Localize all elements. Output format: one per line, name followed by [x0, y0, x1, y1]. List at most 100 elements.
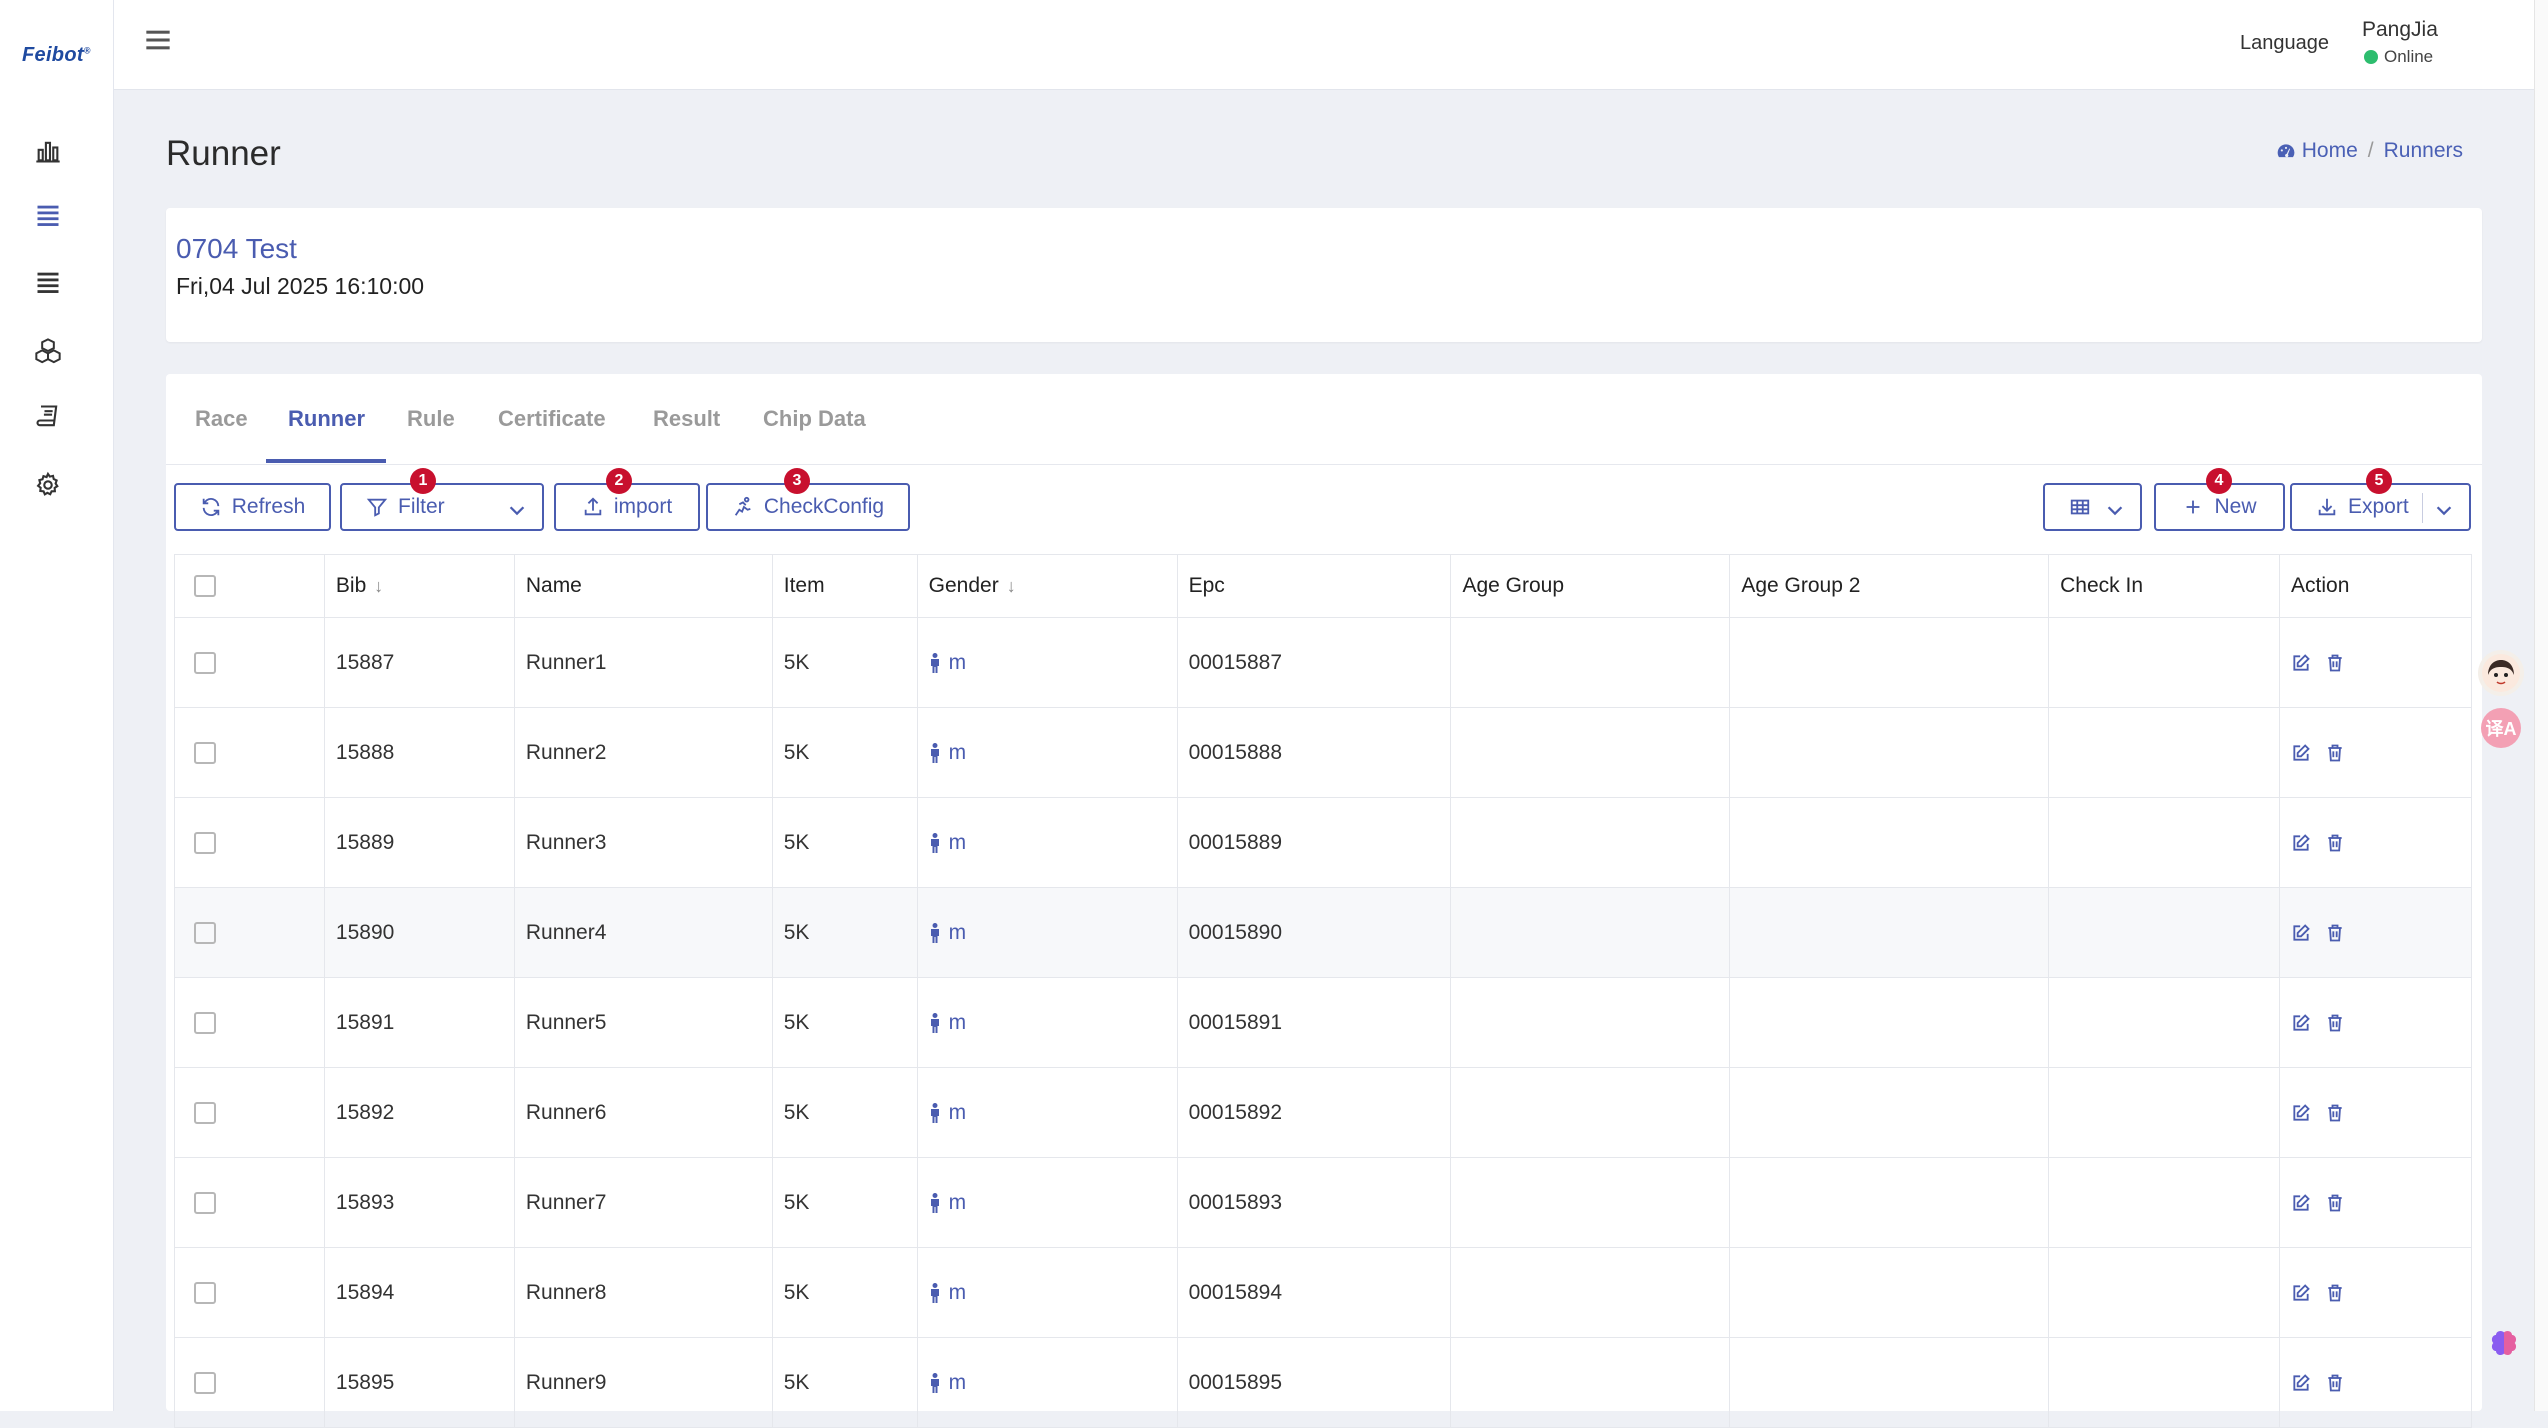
delete-icon[interactable]	[2325, 1013, 2345, 1033]
edit-icon[interactable]	[2291, 1013, 2311, 1033]
column-header-epc[interactable]: Epc	[1176, 554, 1452, 618]
column-header-item[interactable]: Item	[771, 554, 918, 618]
column-header-age-group[interactable]: Age Group	[1450, 554, 1731, 618]
race-name-link[interactable]: 0704 Test	[176, 233, 297, 265]
row-checkbox[interactable]	[194, 1191, 216, 1214]
sidebar-item-docs[interactable]	[30, 399, 66, 435]
tab-result[interactable]: Result	[653, 406, 720, 432]
edit-icon[interactable]	[2291, 1283, 2311, 1303]
gender-value[interactable]: m	[929, 1281, 1166, 1305]
sidebar-item-races[interactable]	[30, 197, 66, 233]
row-checkbox[interactable]	[194, 651, 216, 674]
row-select-cell	[174, 1067, 325, 1158]
edit-icon[interactable]	[2291, 1193, 2311, 1213]
refresh-button[interactable]: Refresh	[174, 483, 331, 531]
edit-icon[interactable]	[2291, 1103, 2311, 1123]
tab-rule[interactable]: Rule	[407, 406, 455, 432]
tab-certificate[interactable]: Certificate	[498, 406, 606, 432]
brand-logo[interactable]: Feibot®	[22, 44, 91, 67]
checkconfig-button[interactable]: 3 CheckConfig	[706, 468, 910, 531]
column-toggle-button[interactable]	[2043, 483, 2142, 531]
delete-icon[interactable]	[2325, 653, 2345, 673]
sidebar-item-products[interactable]	[30, 333, 66, 369]
column-header-bib[interactable]: Bib ↓	[323, 554, 515, 618]
delete-icon[interactable]	[2325, 1283, 2345, 1303]
table-body: 15887 Runner1 5K m 00015887 15888 Runner…	[174, 617, 2472, 1428]
table-row[interactable]: 15893 Runner7 5K m 00015893	[174, 1157, 2472, 1248]
delete-icon[interactable]	[2325, 1373, 2345, 1393]
table-row[interactable]: 15894 Runner8 5K m 00015894	[174, 1247, 2472, 1338]
delete-icon[interactable]	[2325, 923, 2345, 943]
gender-value[interactable]: m	[929, 831, 1166, 855]
column-header-name[interactable]: Name	[513, 554, 773, 618]
cell-age-group	[1450, 977, 1731, 1068]
tab-race[interactable]: Race	[195, 406, 248, 432]
row-checkbox[interactable]	[194, 1371, 216, 1394]
chevron-down-icon[interactable]	[2104, 499, 2126, 521]
plus-icon	[2187, 500, 2200, 514]
delete-icon[interactable]	[2325, 1193, 2345, 1213]
dashboard-icon	[2277, 144, 2295, 158]
edit-icon[interactable]	[2291, 833, 2311, 853]
sidebar-item-dashboard[interactable]	[30, 133, 66, 169]
row-checkbox[interactable]	[194, 1281, 216, 1304]
import-button[interactable]: 2 import	[554, 468, 700, 531]
language-selector[interactable]: Language	[2240, 32, 2329, 55]
edit-icon[interactable]	[2291, 743, 2311, 763]
gender-value[interactable]: m	[929, 651, 1166, 675]
table-row[interactable]: 15890 Runner4 5K m 00015890	[174, 887, 2472, 978]
row-checkbox[interactable]	[194, 921, 216, 944]
row-checkbox[interactable]	[194, 741, 216, 764]
edit-icon[interactable]	[2291, 653, 2311, 673]
delete-icon[interactable]	[2325, 833, 2345, 853]
breadcrumb-home[interactable]: Home	[2276, 139, 2358, 163]
table-row[interactable]: 15895 Runner9 5K m 00015895	[174, 1337, 2472, 1428]
sort-arrow-icon[interactable]: ↓	[1007, 576, 1016, 596]
gender-value[interactable]: m	[929, 1191, 1166, 1215]
menu-toggle-icon[interactable]	[144, 26, 172, 54]
user-name[interactable]: PangJia	[2362, 18, 2438, 42]
cell-item: 5K	[771, 797, 918, 888]
cell-age-group-2	[1729, 887, 2050, 978]
edit-icon[interactable]	[2291, 1373, 2311, 1393]
sort-arrow-icon[interactable]: ↓	[374, 576, 383, 596]
gender-label: m	[948, 650, 967, 674]
brand-name: Feibot	[22, 44, 84, 66]
new-button[interactable]: 4 New	[2154, 468, 2285, 531]
row-checkbox[interactable]	[194, 1101, 216, 1124]
gender-value[interactable]: m	[929, 1011, 1166, 1035]
row-checkbox[interactable]	[194, 1011, 216, 1034]
select-all-checkbox[interactable]	[194, 575, 216, 597]
gender-value[interactable]: m	[929, 741, 1166, 765]
column-header-age-group-2[interactable]: Age Group 2	[1729, 554, 2050, 618]
table-row[interactable]: 15891 Runner5 5K m 00015891	[174, 977, 2472, 1068]
gender-value[interactable]: m	[929, 1371, 1166, 1395]
table-row[interactable]: 15888 Runner2 5K m 00015888	[174, 707, 2472, 798]
chevron-down-icon[interactable]	[506, 499, 528, 521]
tab-chip-data[interactable]: Chip Data	[763, 406, 866, 432]
table-row[interactable]: 15889 Runner3 5K m 00015889	[174, 797, 2472, 888]
edit-icon[interactable]	[2291, 923, 2311, 943]
sidebar-item-list[interactable]	[30, 264, 66, 300]
translate-icon[interactable]: 译A	[2481, 708, 2521, 748]
table-row[interactable]: 15892 Runner6 5K m 00015892	[174, 1067, 2472, 1158]
row-checkbox[interactable]	[194, 831, 216, 854]
breadcrumb-current[interactable]: Runners	[2384, 139, 2463, 163]
delete-icon[interactable]	[2325, 1103, 2345, 1123]
tab-runner[interactable]: Runner	[288, 406, 365, 432]
gender-value[interactable]: m	[929, 921, 1166, 945]
sidebar-item-settings[interactable]	[30, 467, 66, 503]
table-row[interactable]: 15887 Runner1 5K m 00015887	[174, 617, 2472, 708]
export-button[interactable]: 5 Export	[2290, 468, 2471, 531]
chevron-down-icon[interactable]	[2433, 499, 2455, 521]
column-header-check-in[interactable]: Check In	[2048, 554, 2281, 618]
gender-value[interactable]: m	[929, 1101, 1166, 1125]
gender-label: m	[948, 1280, 967, 1304]
assistant-avatar[interactable]	[2478, 650, 2524, 696]
chart-bar-icon	[36, 141, 60, 163]
brain-icon[interactable]	[2484, 1323, 2524, 1363]
delete-icon[interactable]	[2325, 743, 2345, 763]
filter-button[interactable]: 1 Filter	[340, 468, 544, 531]
column-header-gender[interactable]: Gender ↓	[916, 554, 1178, 618]
page-scrollbar[interactable]	[2534, 0, 2548, 1411]
